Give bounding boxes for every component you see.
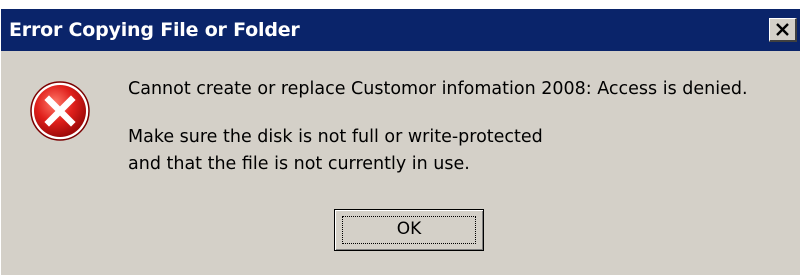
close-button[interactable]	[769, 18, 797, 42]
help-text-line2: and that the file is not currently in us…	[128, 154, 470, 174]
error-icon	[30, 81, 90, 141]
error-dialog: Error Copying File or Folder Cannot crea…	[0, 8, 800, 275]
help-text-line1: Make sure the disk is not full or write-…	[128, 127, 543, 147]
ok-button-label: OK	[396, 219, 422, 239]
close-icon	[776, 23, 789, 36]
error-message: Cannot create or replace Customor infoma…	[128, 79, 748, 99]
ok-button[interactable]: OK	[334, 209, 484, 251]
title-bar[interactable]: Error Copying File or Folder	[1, 9, 800, 51]
dialog-title: Error Copying File or Folder	[9, 19, 300, 41]
